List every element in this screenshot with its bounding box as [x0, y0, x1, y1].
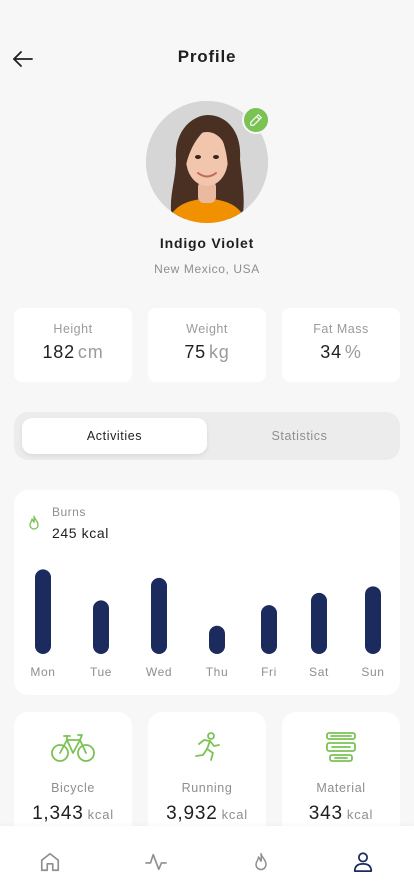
activity-icon	[145, 853, 167, 871]
edit-avatar-button[interactable]	[242, 106, 270, 134]
home-icon	[40, 852, 60, 872]
activity-label: Bicycle	[51, 781, 95, 795]
nav-home[interactable]	[36, 848, 64, 876]
stat-value: 34%	[282, 342, 400, 363]
stat-number: 75	[184, 342, 206, 362]
stat-card-fat-mass: Fat Mass 34%	[282, 308, 400, 382]
activity-label: Material	[316, 781, 366, 795]
nav-activity[interactable]	[142, 848, 170, 876]
stat-unit: kg	[209, 342, 230, 362]
stat-number: 34	[320, 342, 342, 362]
chart-bar-thu	[209, 625, 225, 654]
chart-bar-mon	[35, 569, 51, 654]
activity-value: 3,932 kcal	[148, 803, 266, 825]
burns-card: Burns 245 kcal Mon Tue Wed Thu Fri Sat Sun	[14, 490, 400, 695]
chart-bar-fri	[261, 605, 277, 654]
chart-bar-sat	[311, 592, 327, 654]
segmented-tabs: Activities Statistics	[14, 412, 400, 460]
activity-label: Running	[181, 781, 233, 795]
pencil-icon	[250, 114, 262, 126]
profile-location: New Mexico, USA	[154, 262, 260, 276]
stat-unit: cm	[77, 342, 104, 362]
chart-tick-label: Sun	[361, 665, 384, 679]
chart-bar-wed	[151, 577, 167, 654]
running-icon	[148, 730, 266, 764]
stat-label: Weight	[186, 322, 228, 336]
avatar-container	[146, 101, 270, 223]
chart-tick-label: Fri	[261, 665, 277, 679]
activity-number: 3,932	[166, 803, 218, 824]
tab-activities[interactable]: Activities	[22, 418, 207, 454]
nav-profile[interactable]	[349, 848, 377, 876]
stat-value: 182 cm	[14, 342, 132, 363]
activity-number: 343	[308, 803, 343, 824]
stat-card-weight: Weight 75 kg	[148, 308, 266, 382]
bottom-navigation	[0, 826, 414, 896]
activity-number: 1,343	[32, 803, 84, 824]
bicycle-icon	[14, 730, 132, 764]
chart-bar-tue	[93, 600, 109, 654]
stat-label: Height	[53, 322, 93, 336]
chart-tick-label: Tue	[90, 665, 112, 679]
activity-unit: kcal	[87, 807, 114, 822]
weekly-burn-chart: Mon Tue Wed Thu Fri Sat Sun	[30, 569, 384, 679]
chart-tick-label: Sat	[309, 665, 329, 679]
stat-label: Fat Mass	[313, 322, 369, 336]
activity-unit: kcal	[221, 807, 248, 822]
stat-value: 75 kg	[148, 342, 266, 363]
stat-unit: %	[344, 342, 362, 362]
chart-tick-label: Wed	[146, 665, 172, 679]
chart-bar-sun	[365, 586, 381, 654]
activity-value: 343 kcal	[282, 803, 400, 825]
nav-burns[interactable]	[247, 848, 275, 876]
activity-unit: kcal	[346, 807, 374, 822]
chart-tick-label: Mon	[30, 665, 55, 679]
tab-statistics[interactable]: Statistics	[207, 418, 392, 454]
header: Profile	[0, 0, 414, 100]
stat-number: 182	[42, 342, 75, 362]
chart-tick-label: Thu	[206, 665, 228, 679]
body-stats: Height 182 cm Weight 75 kg Fat Mass 34%	[14, 308, 400, 382]
dumbbell-icon	[282, 730, 400, 764]
user-icon	[353, 852, 373, 873]
activity-value: 1,343 kcal	[14, 803, 132, 825]
stat-card-height: Height 182 cm	[14, 308, 132, 382]
profile-name: Indigo Violet	[159, 235, 255, 251]
page-title: Profile	[177, 47, 237, 66]
flame-icon	[255, 852, 267, 871]
